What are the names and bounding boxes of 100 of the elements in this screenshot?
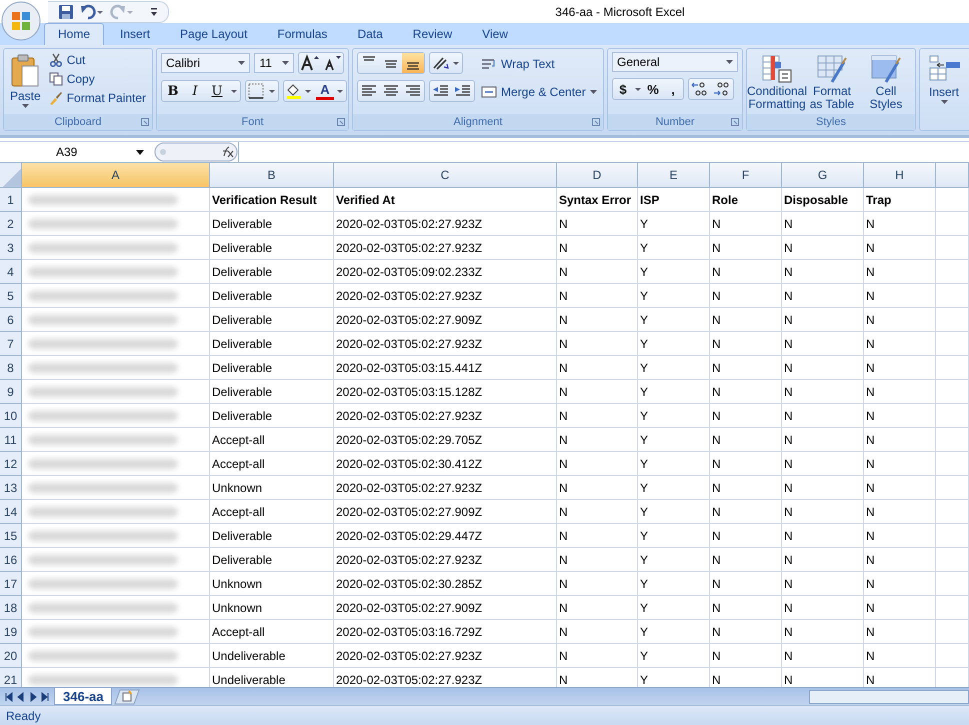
row-header[interactable]: 9 — [0, 380, 22, 404]
table-cell: N — [557, 596, 638, 620]
borders-icon[interactable] — [246, 81, 278, 101]
format-painter-button[interactable]: Format Painter — [46, 90, 148, 106]
horizontal-scrollbar[interactable] — [809, 690, 969, 704]
table-cell: Unknown — [210, 596, 334, 620]
row-header[interactable]: 2 — [0, 212, 22, 236]
name-box[interactable]: A39 — [0, 145, 150, 159]
column-header[interactable]: C — [334, 163, 557, 188]
font-name-field[interactable]: Calibri — [161, 53, 250, 73]
column-header[interactable]: F — [710, 163, 782, 188]
bold-button[interactable]: B — [162, 81, 184, 101]
row-header[interactable]: 7 — [0, 332, 22, 356]
sheet-tab[interactable]: 346-aa — [54, 688, 112, 705]
row-header[interactable]: 8 — [0, 356, 22, 380]
table-cell: Y — [638, 260, 710, 284]
row-header[interactable]: 13 — [0, 476, 22, 500]
merge-center-button[interactable]: Merge & Center — [479, 84, 599, 100]
row-header[interactable]: 5 — [0, 284, 22, 308]
column-header[interactable]: B — [210, 163, 334, 188]
table-cell — [936, 524, 969, 548]
underline-button[interactable]: U — [206, 81, 228, 101]
format-as-table-button[interactable]: Format as Table — [807, 52, 857, 114]
undo-icon[interactable] — [80, 4, 104, 20]
table-cell — [936, 308, 969, 332]
number-format-field[interactable]: General — [612, 52, 738, 72]
wrap-text-button[interactable]: Wrap Text — [479, 56, 599, 72]
column-header[interactable]: A — [22, 163, 210, 188]
row-header[interactable]: 18 — [0, 596, 22, 620]
row-header[interactable]: 21 — [0, 668, 22, 687]
table-cell: Y — [638, 524, 710, 548]
save-icon[interactable] — [58, 4, 74, 20]
table-cell: 2020-02-03T05:09:02.233Z — [334, 260, 557, 284]
table-cell: N — [557, 404, 638, 428]
cell-styles-button[interactable]: Cell Styles — [861, 52, 911, 114]
row-header[interactable]: 1 — [0, 188, 22, 212]
table-cell: 2020-02-03T05:02:27.923Z — [334, 548, 557, 572]
ribbon-tab[interactable]: Home — [44, 23, 104, 45]
ribbon-tab[interactable]: View — [468, 23, 522, 45]
dialog-launcher-icon[interactable] — [141, 118, 149, 126]
row-header[interactable]: 11 — [0, 428, 22, 452]
table-cell: Y — [638, 572, 710, 596]
percent-button[interactable]: % — [643, 79, 663, 99]
table-cell: Y — [638, 476, 710, 500]
table-cell: Y — [638, 500, 710, 524]
table-cell: Accept-all — [210, 452, 334, 476]
paste-button[interactable]: Paste — [8, 52, 43, 114]
copy-button[interactable]: Copy — [46, 71, 148, 87]
ribbon-tab[interactable]: Data — [343, 23, 397, 45]
row-header[interactable]: 15 — [0, 524, 22, 548]
dialog-launcher-icon[interactable] — [337, 118, 345, 126]
column-header[interactable]: E — [638, 163, 710, 188]
row-header[interactable]: 12 — [0, 452, 22, 476]
customize-toolbar-icon[interactable] — [150, 6, 158, 16]
ribbon-tab[interactable]: Formulas — [263, 23, 342, 45]
cut-button[interactable]: Cut — [46, 52, 148, 68]
ribbon-tab[interactable]: Insert — [106, 23, 164, 45]
table-cell: N — [782, 236, 864, 260]
ribbon-tab[interactable]: Review — [398, 23, 466, 45]
row-header[interactable]: 14 — [0, 500, 22, 524]
row-header[interactable]: 17 — [0, 572, 22, 596]
vertical-align-icon[interactable] — [402, 53, 424, 73]
new-sheet-icon[interactable] — [114, 688, 140, 704]
column-header[interactable]: G — [782, 163, 864, 188]
table-cell: N — [710, 596, 782, 620]
table-cell: Unknown — [210, 476, 334, 500]
font-size-field[interactable]: 11 — [254, 53, 294, 73]
sheet-nav-icon[interactable] — [4, 692, 14, 702]
column-header[interactable]: H — [864, 163, 936, 188]
table-cell: N — [782, 308, 864, 332]
italic-button[interactable]: I — [184, 81, 206, 101]
sheet-nav-icon[interactable] — [40, 692, 50, 702]
ribbon-tab[interactable]: Page Layout — [166, 23, 262, 45]
row-header[interactable]: 19 — [0, 620, 22, 644]
table-cell: Disposable — [782, 188, 864, 212]
grow-font-icon[interactable] — [299, 53, 321, 73]
table-cell: N — [557, 212, 638, 236]
row-header[interactable]: 20 — [0, 644, 22, 668]
table-cell: 2020-02-03T05:02:29.447Z — [334, 524, 557, 548]
currency-button[interactable]: $ — [613, 79, 633, 99]
comma-button[interactable]: , — [663, 79, 683, 99]
table-cell: N — [864, 644, 936, 668]
status-text: Ready — [6, 708, 41, 722]
row-header[interactable]: 16 — [0, 548, 22, 572]
table-cell: N — [864, 572, 936, 596]
table-cell: N — [864, 476, 936, 500]
table-cell: N — [557, 260, 638, 284]
row-header[interactable]: 4 — [0, 260, 22, 284]
row-header[interactable]: 3 — [0, 236, 22, 260]
dialog-launcher-icon[interactable] — [592, 118, 600, 126]
table-cell: Y — [638, 596, 710, 620]
column-header[interactable]: D — [557, 163, 638, 188]
row-header[interactable]: 6 — [0, 308, 22, 332]
highlighted-grid-icon — [761, 54, 793, 84]
table-cell: Accept-all — [210, 428, 334, 452]
window-title: 346-aa - Microsoft Excel — [554, 4, 686, 18]
table-cell: N — [782, 260, 864, 284]
wrap-text-icon — [481, 57, 497, 71]
dialog-launcher-icon[interactable] — [731, 118, 739, 126]
row-header[interactable]: 10 — [0, 404, 22, 428]
